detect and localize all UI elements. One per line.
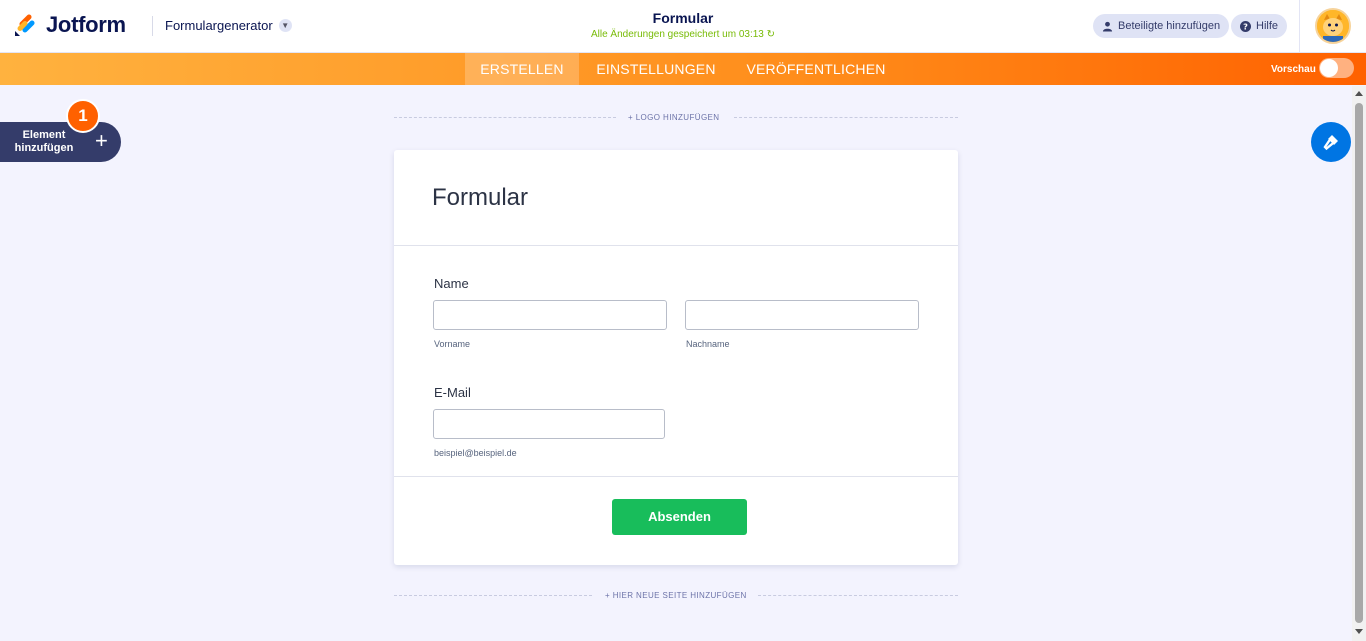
chevron-down-icon: ▼ — [278, 19, 292, 32]
form-title[interactable]: Formular — [560, 10, 806, 26]
tab-settings[interactable]: EINSTELLUNGEN — [583, 53, 729, 85]
name-label: Name — [434, 276, 469, 291]
form-title-block: Formular Alle Änderungen gespeichert um … — [560, 10, 806, 40]
help-circle-icon: ? — [1240, 20, 1251, 32]
email-sublabel: beispiel@beispiel.de — [434, 448, 517, 458]
form-card: Formular Name Vorname Nachname E-Mail be… — [394, 150, 958, 565]
last-name-sublabel: Nachname — [686, 339, 730, 349]
scroll-up-icon[interactable] — [1355, 91, 1363, 96]
tab-publish[interactable]: VERÖFFENTLICHEN — [735, 53, 897, 85]
last-name-input[interactable] — [685, 300, 919, 330]
add-participants-button[interactable]: Beteiligte hinzufügen — [1093, 14, 1230, 38]
plus-icon: + — [95, 128, 108, 153]
first-name-input[interactable] — [433, 300, 667, 330]
add-element-button[interactable]: Element hinzufügen + — [0, 122, 121, 162]
add-logo-link[interactable]: + LOGO HINZUFÜGEN — [628, 113, 719, 122]
page-divider-right — [758, 595, 958, 596]
add-page-link[interactable]: + HIER NEUE SEITE HINZUFÜGEN — [605, 591, 747, 600]
help-label: Hilfe — [1256, 20, 1279, 32]
preview-toggle[interactable] — [1319, 58, 1354, 78]
submit-button[interactable]: Absenden — [612, 499, 747, 535]
step-badge: 1 — [66, 99, 100, 133]
form-heading[interactable]: Formular — [432, 184, 528, 212]
email-label: E-Mail — [434, 385, 471, 400]
header-divider — [152, 16, 153, 36]
first-name-sublabel: Vorname — [434, 339, 471, 349]
avatar-icon — [1317, 10, 1349, 42]
save-status-text: Alle Änderungen gespeichert um 03:13 — [590, 29, 764, 40]
add-participants-label: Beteiligte hinzufügen — [1118, 20, 1221, 32]
paint-roller-icon — [1323, 135, 1338, 151]
email-input[interactable] — [433, 409, 665, 439]
user-icon — [1102, 21, 1113, 32]
jotform-logo-icon — [15, 14, 35, 36]
top-bar: Jotform Formulargenerator ▼ Formular All… — [0, 0, 1366, 53]
scrollbar[interactable] — [1352, 86, 1366, 641]
builder-nav: ERSTELLEN EINSTELLUNGEN VERÖFFENTLICHEN … — [0, 53, 1366, 85]
brand-name: Jotform — [46, 12, 126, 37]
scroll-down-icon[interactable] — [1355, 629, 1363, 634]
save-status: Alle Änderungen gespeichert um 03:13 ↻ — [560, 29, 806, 40]
page-divider-left — [394, 595, 592, 596]
svg-text:?: ? — [1243, 21, 1248, 31]
avatar[interactable] — [1315, 8, 1351, 44]
header-divider — [1299, 0, 1300, 53]
heading-divider — [394, 245, 958, 246]
builder-menu-label: Formulargenerator — [165, 18, 273, 33]
refresh-icon: ↻ — [766, 29, 776, 40]
builder-menu[interactable]: Formulargenerator ▼ — [165, 18, 292, 33]
logo-divider-left — [394, 117, 616, 118]
add-element-label: Element hinzufügen — [14, 129, 74, 154]
logo-divider-right — [734, 117, 958, 118]
tab-build[interactable]: ERSTELLEN — [465, 53, 579, 85]
preview-label: Vorschau — [1271, 64, 1316, 75]
toggle-knob — [1320, 59, 1338, 77]
form-designer-button[interactable] — [1311, 122, 1351, 162]
scroll-thumb[interactable] — [1355, 103, 1363, 623]
help-button[interactable]: ? Hilfe — [1231, 14, 1288, 38]
jotform-logo[interactable]: Jotform — [14, 12, 126, 38]
submit-divider — [394, 476, 958, 477]
